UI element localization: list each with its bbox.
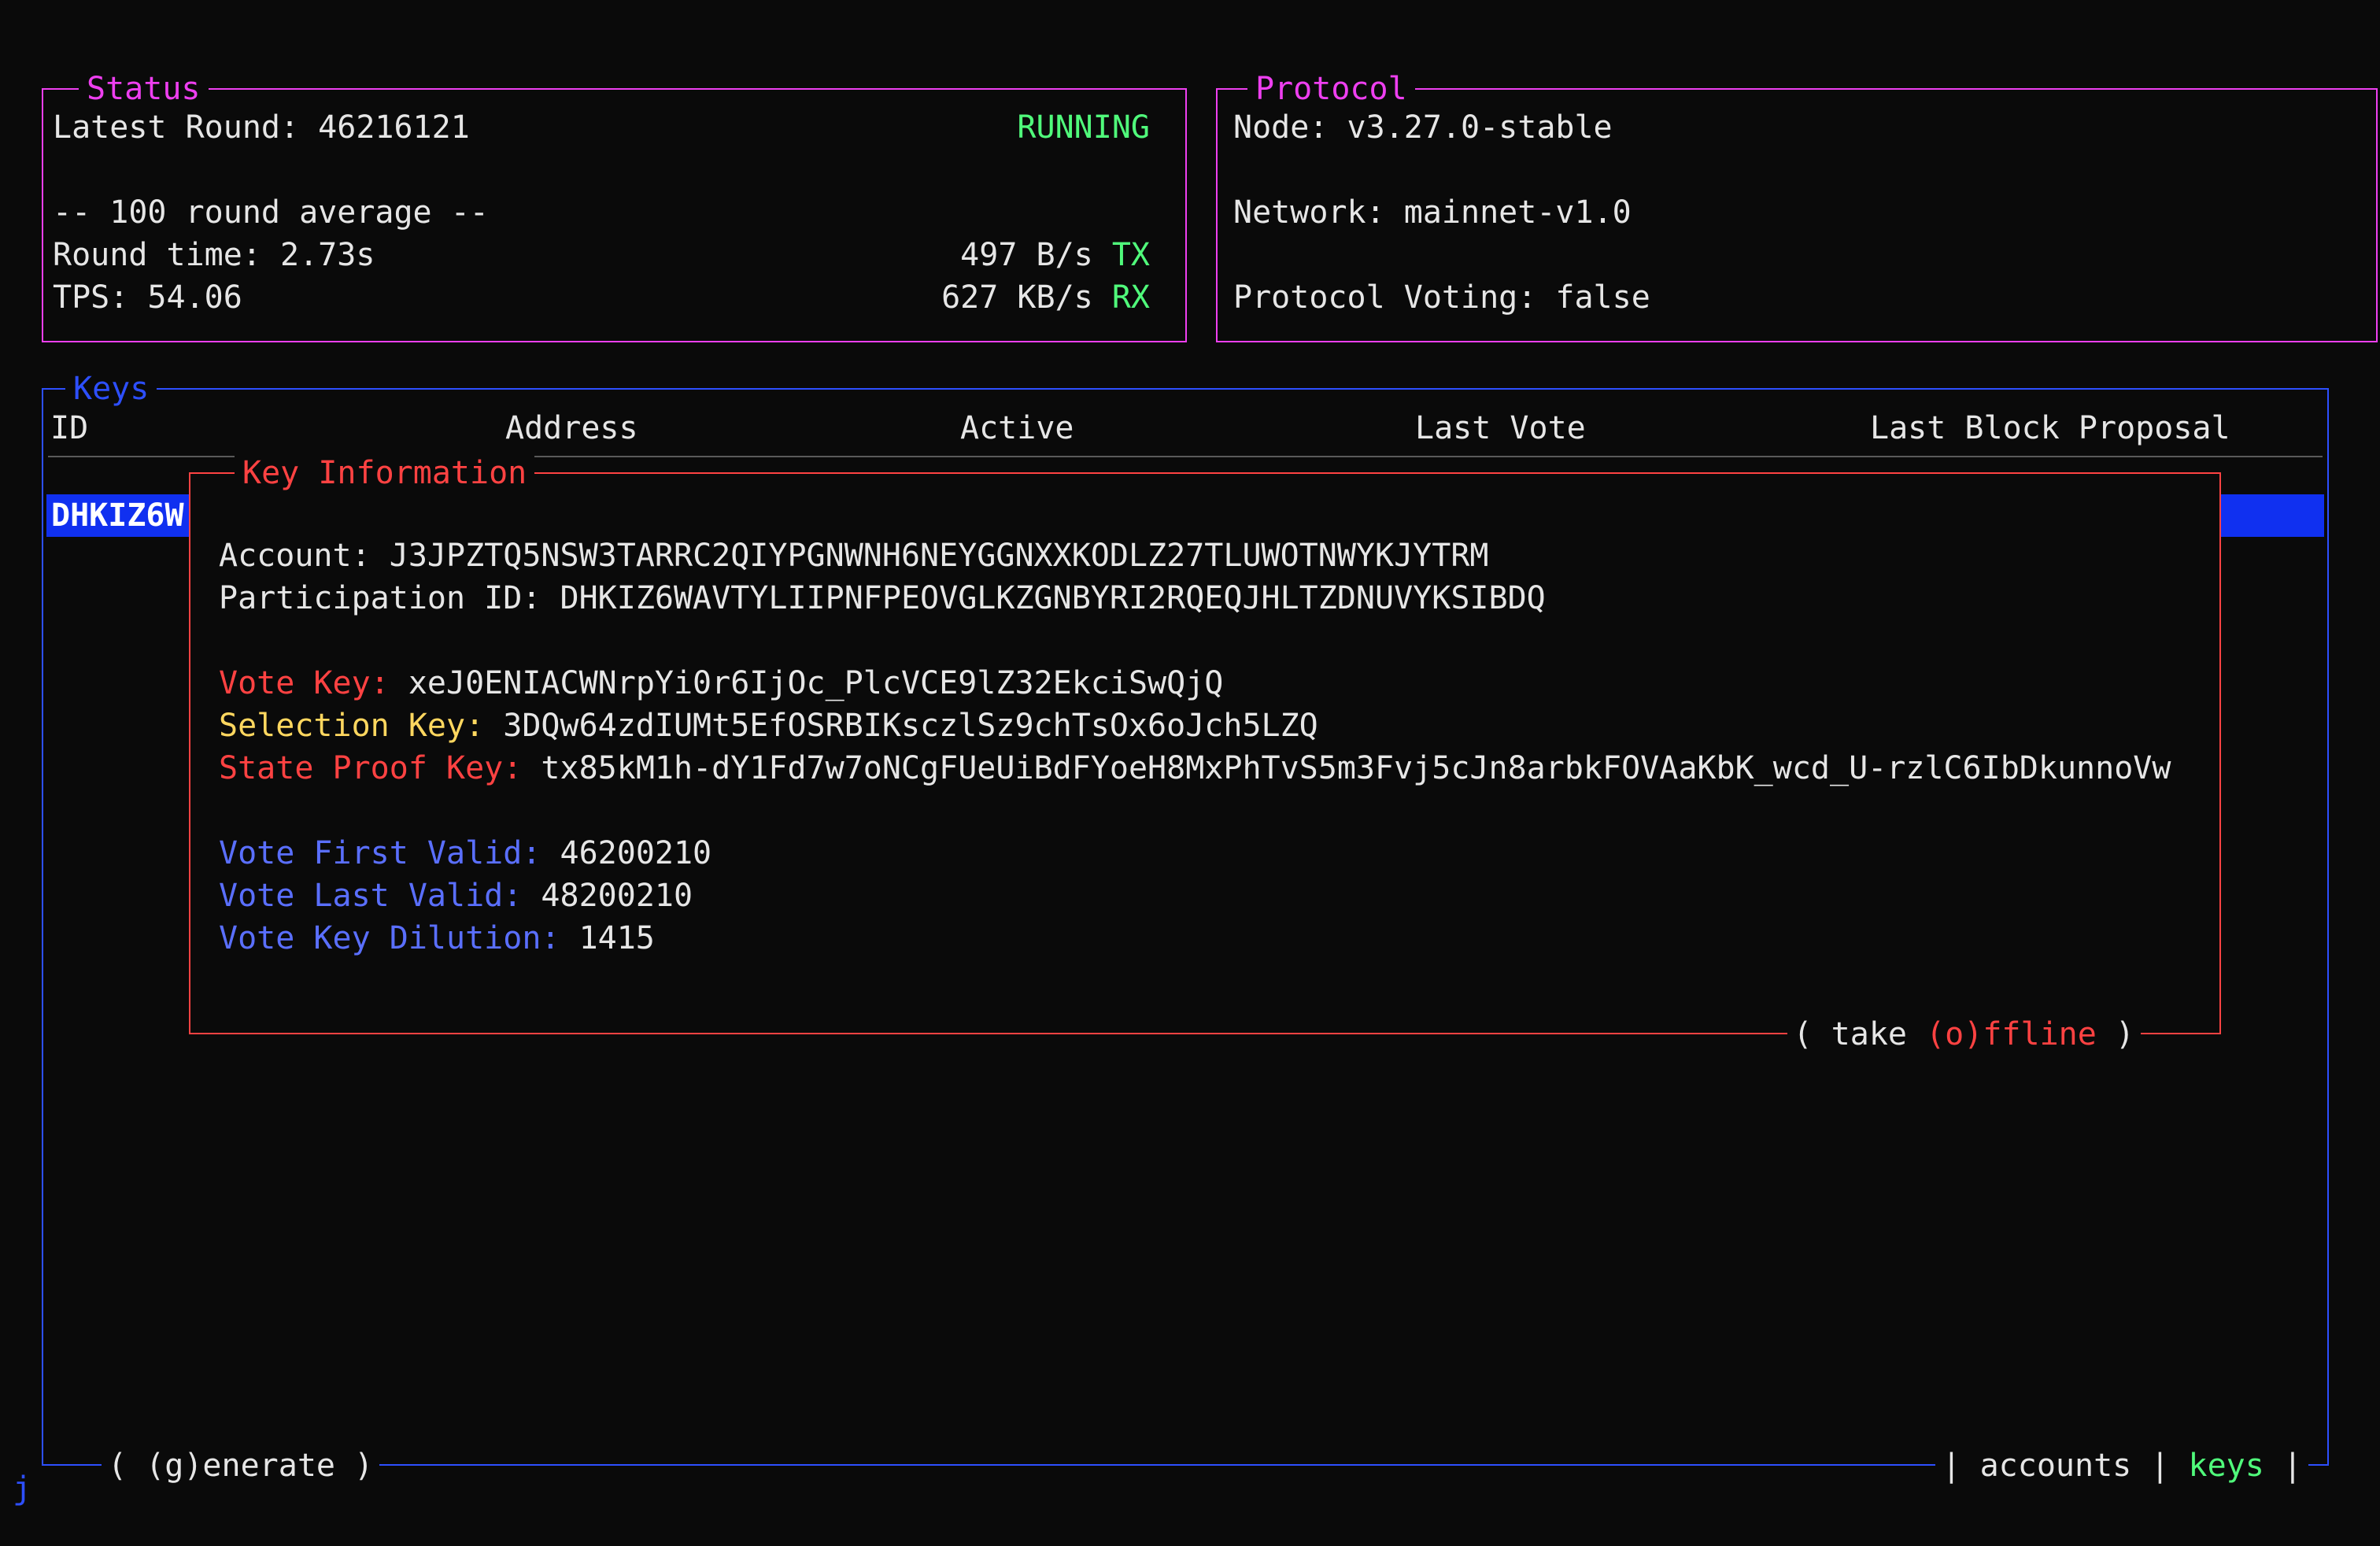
take-offline-hotkey: (o)ffline: [1926, 1013, 2097, 1056]
key-information-title: Key Information: [235, 452, 534, 494]
tab-accounts[interactable]: accounts: [1980, 1444, 2132, 1487]
tab-bar-pipe: |: [1942, 1444, 1979, 1487]
state-proof-key-line: State Proof Key: tx85kM1h-dY1Fd7w7oNCgFU…: [219, 747, 2219, 790]
tab-bar-pipe: |: [2264, 1444, 2302, 1487]
generate-button[interactable]: ( (g)enerate ): [102, 1444, 379, 1487]
tab-bar-pipe: |: [2131, 1444, 2188, 1487]
latest-round-line: Latest Round: 46216121 RUNNING: [53, 106, 1150, 149]
spacer-line: [219, 790, 2219, 832]
column-header-id: ID: [50, 407, 88, 449]
spacer-line: [1233, 149, 2341, 191]
vote-first-valid-label: Vote First Valid:: [219, 832, 560, 875]
vote-key-dilution-label: Vote Key Dilution:: [219, 917, 579, 960]
selection-key-value: 3DQw64zdIUMt5EfOSRBIKsczlSz9chTsOx6oJch5…: [503, 705, 1318, 747]
round-time-line: Round time: 2.73s 497 B/s TX: [53, 234, 1150, 276]
tab-keys[interactable]: keys: [2189, 1444, 2264, 1487]
keys-panel-title: Keys: [65, 368, 157, 410]
latest-round-text: Latest Round: 46216121: [53, 106, 470, 149]
round-time-text: Round time: 2.73s: [53, 234, 375, 276]
node-version-line: Node: v3.27.0-stable: [1233, 106, 2341, 149]
tps-line: TPS: 54.06 627 KB/s RX: [53, 276, 1150, 319]
take-offline-prefix: ( take: [1794, 1013, 1927, 1056]
status-panel-title: Status: [79, 68, 209, 110]
column-header-last-vote: Last Vote: [1415, 407, 1586, 449]
vote-key-dilution-value: 1415: [579, 917, 655, 960]
selected-row-id: DHKIZ6W: [51, 497, 184, 534]
vote-key-label: Vote Key:: [219, 662, 408, 705]
vote-last-valid-label: Vote Last Valid:: [219, 875, 541, 917]
vote-first-valid-value: 46200210: [560, 832, 711, 875]
protocol-panel: Protocol Node: v3.27.0-stable Network: m…: [1216, 88, 2378, 342]
spacer-line: [219, 620, 2219, 662]
node-state-badge: RUNNING: [1017, 106, 1150, 149]
participation-id-line: Participation ID: DHKIZ6WAVTYLIIPNFPEOVG…: [219, 577, 2219, 620]
account-label: Account:: [219, 534, 390, 577]
vote-key-value: xeJ0ENIACWNrpYi0r6IjOc_PlcVCE9lZ32EkciSw…: [408, 662, 1224, 705]
tx-rate-group: 497 B/s TX: [960, 234, 1150, 276]
tps-text: TPS: 54.06: [53, 276, 242, 319]
vote-last-valid-value: 48200210: [541, 875, 693, 917]
rx-rate-value: 627 KB/s: [941, 276, 1112, 319]
column-header-active: Active: [960, 407, 1074, 449]
tab-bar: | accounts | keys |: [1935, 1444, 2308, 1487]
participation-id-label: Participation ID:: [219, 577, 560, 620]
account-value: J3JPZTQ5NSW3TARRC2QIYPGNWNH6NEYGGNXXKODL…: [390, 534, 1489, 577]
status-panel: Status Latest Round: 46216121 RUNNING --…: [42, 88, 1187, 342]
generate-button-label: ( (g)enerate ): [108, 1444, 373, 1487]
rx-rate-group: 627 KB/s RX: [941, 276, 1150, 319]
average-header-text: -- 100 round average --: [53, 191, 489, 234]
account-line: Account: J3JPZTQ5NSW3TARRC2QIYPGNWNH6NEY…: [219, 534, 2219, 577]
column-header-address: Address: [505, 407, 638, 449]
take-offline-button[interactable]: ( take (o)ffline ): [1787, 1013, 2142, 1056]
protocol-voting-line: Protocol Voting: false: [1233, 276, 2341, 319]
vote-last-valid-line: Vote Last Valid: 48200210: [219, 875, 2219, 917]
vote-first-valid-line: Vote First Valid: 46200210: [219, 832, 2219, 875]
selection-key-line: Selection Key: 3DQw64zdIUMt5EfOSRBIKsczl…: [219, 705, 2219, 747]
protocol-voting-text: Protocol Voting: false: [1233, 276, 1650, 319]
terminal-artifact-char: j: [13, 1467, 31, 1510]
average-header-line: -- 100 round average --: [53, 191, 1150, 234]
selection-key-label: Selection Key:: [219, 705, 503, 747]
column-header-last-block-proposal: Last Block Proposal: [1870, 407, 2230, 449]
node-version-text: Node: v3.27.0-stable: [1233, 106, 1613, 149]
vote-key-dilution-line: Vote Key Dilution: 1415: [219, 917, 2219, 960]
state-proof-key-label: State Proof Key:: [219, 747, 541, 790]
spacer-line: [1233, 234, 2341, 276]
tx-rate-value: 497 B/s: [960, 234, 1112, 276]
network-line: Network: mainnet-v1.0: [1233, 191, 2341, 234]
participation-id-value: DHKIZ6WAVTYLIIPNFPEOVGLKZGNBYRI2RQEQJHLT…: [560, 577, 1545, 620]
network-text: Network: mainnet-v1.0: [1233, 191, 1632, 234]
rx-rate-label: RX: [1112, 276, 1150, 319]
take-offline-suffix: ): [2097, 1013, 2134, 1056]
spacer-line: [53, 149, 1150, 191]
protocol-panel-title: Protocol: [1247, 68, 1415, 110]
vote-key-line: Vote Key: xeJ0ENIACWNrpYi0r6IjOc_PlcVCE9…: [219, 662, 2219, 705]
state-proof-key-value: tx85kM1h-dY1Fd7w7oNCgFUeUiBdFYoeH8MxPhTv…: [541, 747, 2171, 790]
tx-rate-label: TX: [1112, 234, 1150, 276]
key-information-modal: Key Information Account: J3JPZTQ5NSW3TAR…: [189, 472, 2221, 1034]
